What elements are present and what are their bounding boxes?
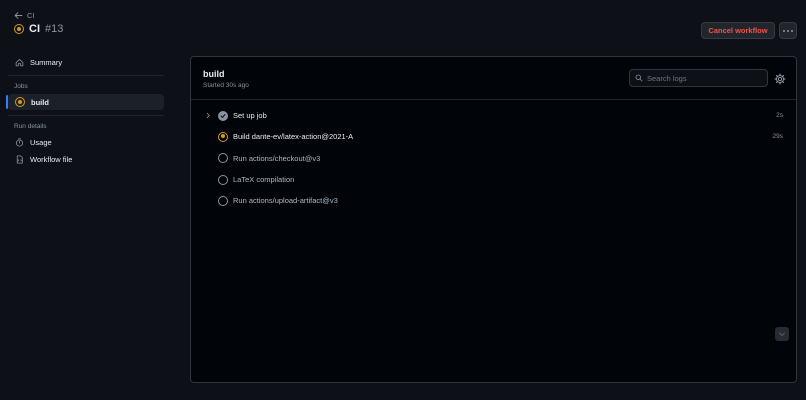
sidebar: Summary Jobs build Run details Usage Wor… (0, 54, 172, 167)
search-icon (635, 74, 643, 82)
arrow-down-icon (779, 332, 785, 337)
job-header: build Started 30s ago (191, 57, 796, 100)
step-duration: 2s (776, 112, 783, 120)
sidebar-item-usage[interactable]: Usage (8, 134, 164, 150)
step-label: LaTeX compilation (233, 175, 295, 185)
job-log-panel: build Started 30s ago Set up job 2s Buil… (190, 56, 797, 383)
kebab-dot-icon (787, 29, 789, 32)
search-logs-input[interactable] (647, 73, 757, 83)
kebab-dot-icon (791, 29, 793, 32)
step-upload-artifact[interactable]: Run actions/upload-artifact@v3 (191, 190, 796, 211)
step-label: Run actions/checkout@v3 (233, 153, 321, 163)
search-logs-field[interactable] (629, 69, 768, 87)
sidebar-item-summary[interactable]: Summary (8, 54, 164, 70)
queued-icon (218, 195, 228, 206)
queued-icon (218, 153, 228, 164)
step-set-up-job[interactable]: Set up job 2s (191, 105, 796, 126)
arrow-left-icon (14, 11, 23, 19)
sidebar-item-label: build (31, 97, 49, 107)
sidebar-divider (8, 115, 164, 116)
sidebar-item-label: Usage (30, 137, 52, 147)
cancel-workflow-button[interactable]: Cancel workflow (701, 22, 775, 39)
more-options-button[interactable] (779, 22, 797, 39)
job-started: Started 30s ago (203, 82, 249, 89)
step-duration: 29s (772, 133, 783, 141)
step-checkout[interactable]: Run actions/checkout@v3 (191, 148, 796, 169)
stopwatch-icon (16, 137, 23, 147)
in-progress-icon (218, 131, 228, 142)
sidebar-item-workflow-file[interactable]: Workflow file (8, 151, 164, 167)
run-number: #13 (45, 23, 64, 35)
step-build-latex-action[interactable]: Build dante-ev/latex-action@2021-A 29s (191, 126, 796, 147)
sidebar-item-label: Summary (30, 57, 63, 67)
file-code-icon (16, 154, 23, 164)
chevron-right-icon (206, 113, 210, 119)
sidebar-item-build[interactable]: build (6, 94, 164, 110)
step-label: Set up job (233, 111, 267, 121)
gear-icon (774, 73, 786, 85)
check-circle-icon (218, 110, 228, 121)
run-details-heading: Run details (14, 122, 47, 130)
home-icon (15, 58, 24, 66)
sidebar-item-label: Workflow file (30, 154, 73, 164)
log-settings-button[interactable] (774, 72, 786, 85)
job-title: build (203, 69, 225, 79)
back-link[interactable]: CI (14, 9, 35, 21)
scroll-to-bottom-button[interactable] (775, 327, 789, 341)
jobs-heading: Jobs (14, 82, 28, 90)
back-link-label: CI (27, 10, 35, 20)
workflow-name: CI (29, 23, 40, 35)
step-label: Build dante-ev/latex-action@2021-A (233, 132, 354, 142)
run-header: CI CI #13 Cancel workflow (0, 0, 806, 48)
in-progress-icon (15, 97, 25, 107)
kebab-dot-icon (783, 29, 785, 32)
page-title: CI #13 (14, 23, 63, 35)
in-progress-icon (14, 24, 24, 34)
step-latex-compilation[interactable]: LaTeX compilation (191, 169, 796, 190)
sidebar-divider (8, 75, 164, 76)
steps-list: Set up job 2s Build dante-ev/latex-actio… (191, 105, 796, 211)
queued-icon (218, 174, 228, 185)
step-label: Run actions/upload-artifact@v3 (233, 196, 338, 206)
